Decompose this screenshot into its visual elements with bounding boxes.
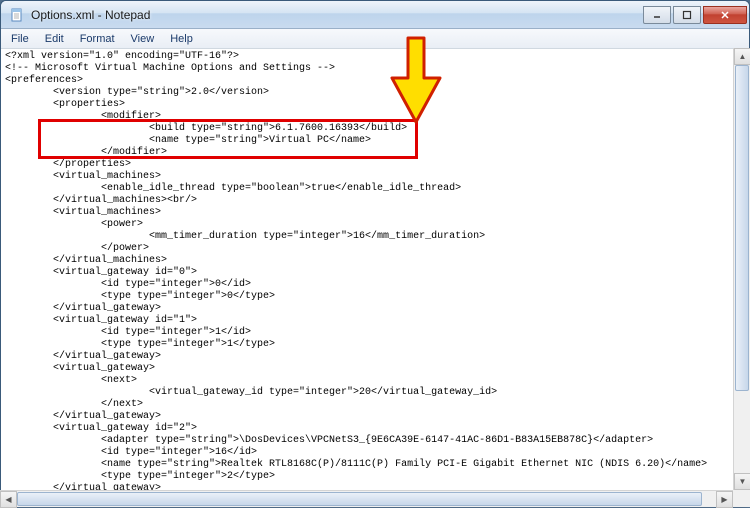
menubar: File Edit Format View Help: [1, 29, 749, 49]
menu-help[interactable]: Help: [162, 29, 201, 48]
document-text[interactable]: <?xml version="1.0" encoding="UTF-16"?> …: [5, 51, 731, 506]
scroll-up-button[interactable]: ▲: [734, 48, 750, 65]
maximize-button[interactable]: [673, 6, 701, 24]
minimize-button[interactable]: [643, 6, 671, 24]
menu-format[interactable]: Format: [72, 29, 123, 48]
window-title: Options.xml - Notepad: [31, 8, 643, 22]
vertical-scrollbar[interactable]: ▲ ▼: [733, 48, 750, 490]
horizontal-scrollbar[interactable]: ◀ ▶: [0, 490, 733, 507]
scroll-corner: [733, 490, 750, 507]
notepad-window: Options.xml - Notepad File Edit Format V…: [0, 0, 750, 507]
menu-view[interactable]: View: [123, 29, 163, 48]
close-button[interactable]: [703, 6, 747, 24]
scroll-thumb-horizontal[interactable]: [17, 492, 702, 506]
notepad-icon: [9, 7, 25, 23]
titlebar[interactable]: Options.xml - Notepad: [1, 1, 749, 29]
menu-edit[interactable]: Edit: [37, 29, 72, 48]
text-area[interactable]: <?xml version="1.0" encoding="UTF-16"?> …: [1, 49, 749, 506]
scroll-track-horizontal[interactable]: [17, 491, 716, 507]
scroll-down-button[interactable]: ▼: [734, 473, 750, 490]
scroll-thumb-vertical[interactable]: [735, 65, 749, 391]
scroll-track-vertical[interactable]: [734, 65, 750, 473]
window-controls: [643, 6, 747, 24]
scroll-right-button[interactable]: ▶: [716, 491, 733, 508]
menu-file[interactable]: File: [3, 29, 37, 48]
scroll-left-button[interactable]: ◀: [0, 491, 17, 508]
